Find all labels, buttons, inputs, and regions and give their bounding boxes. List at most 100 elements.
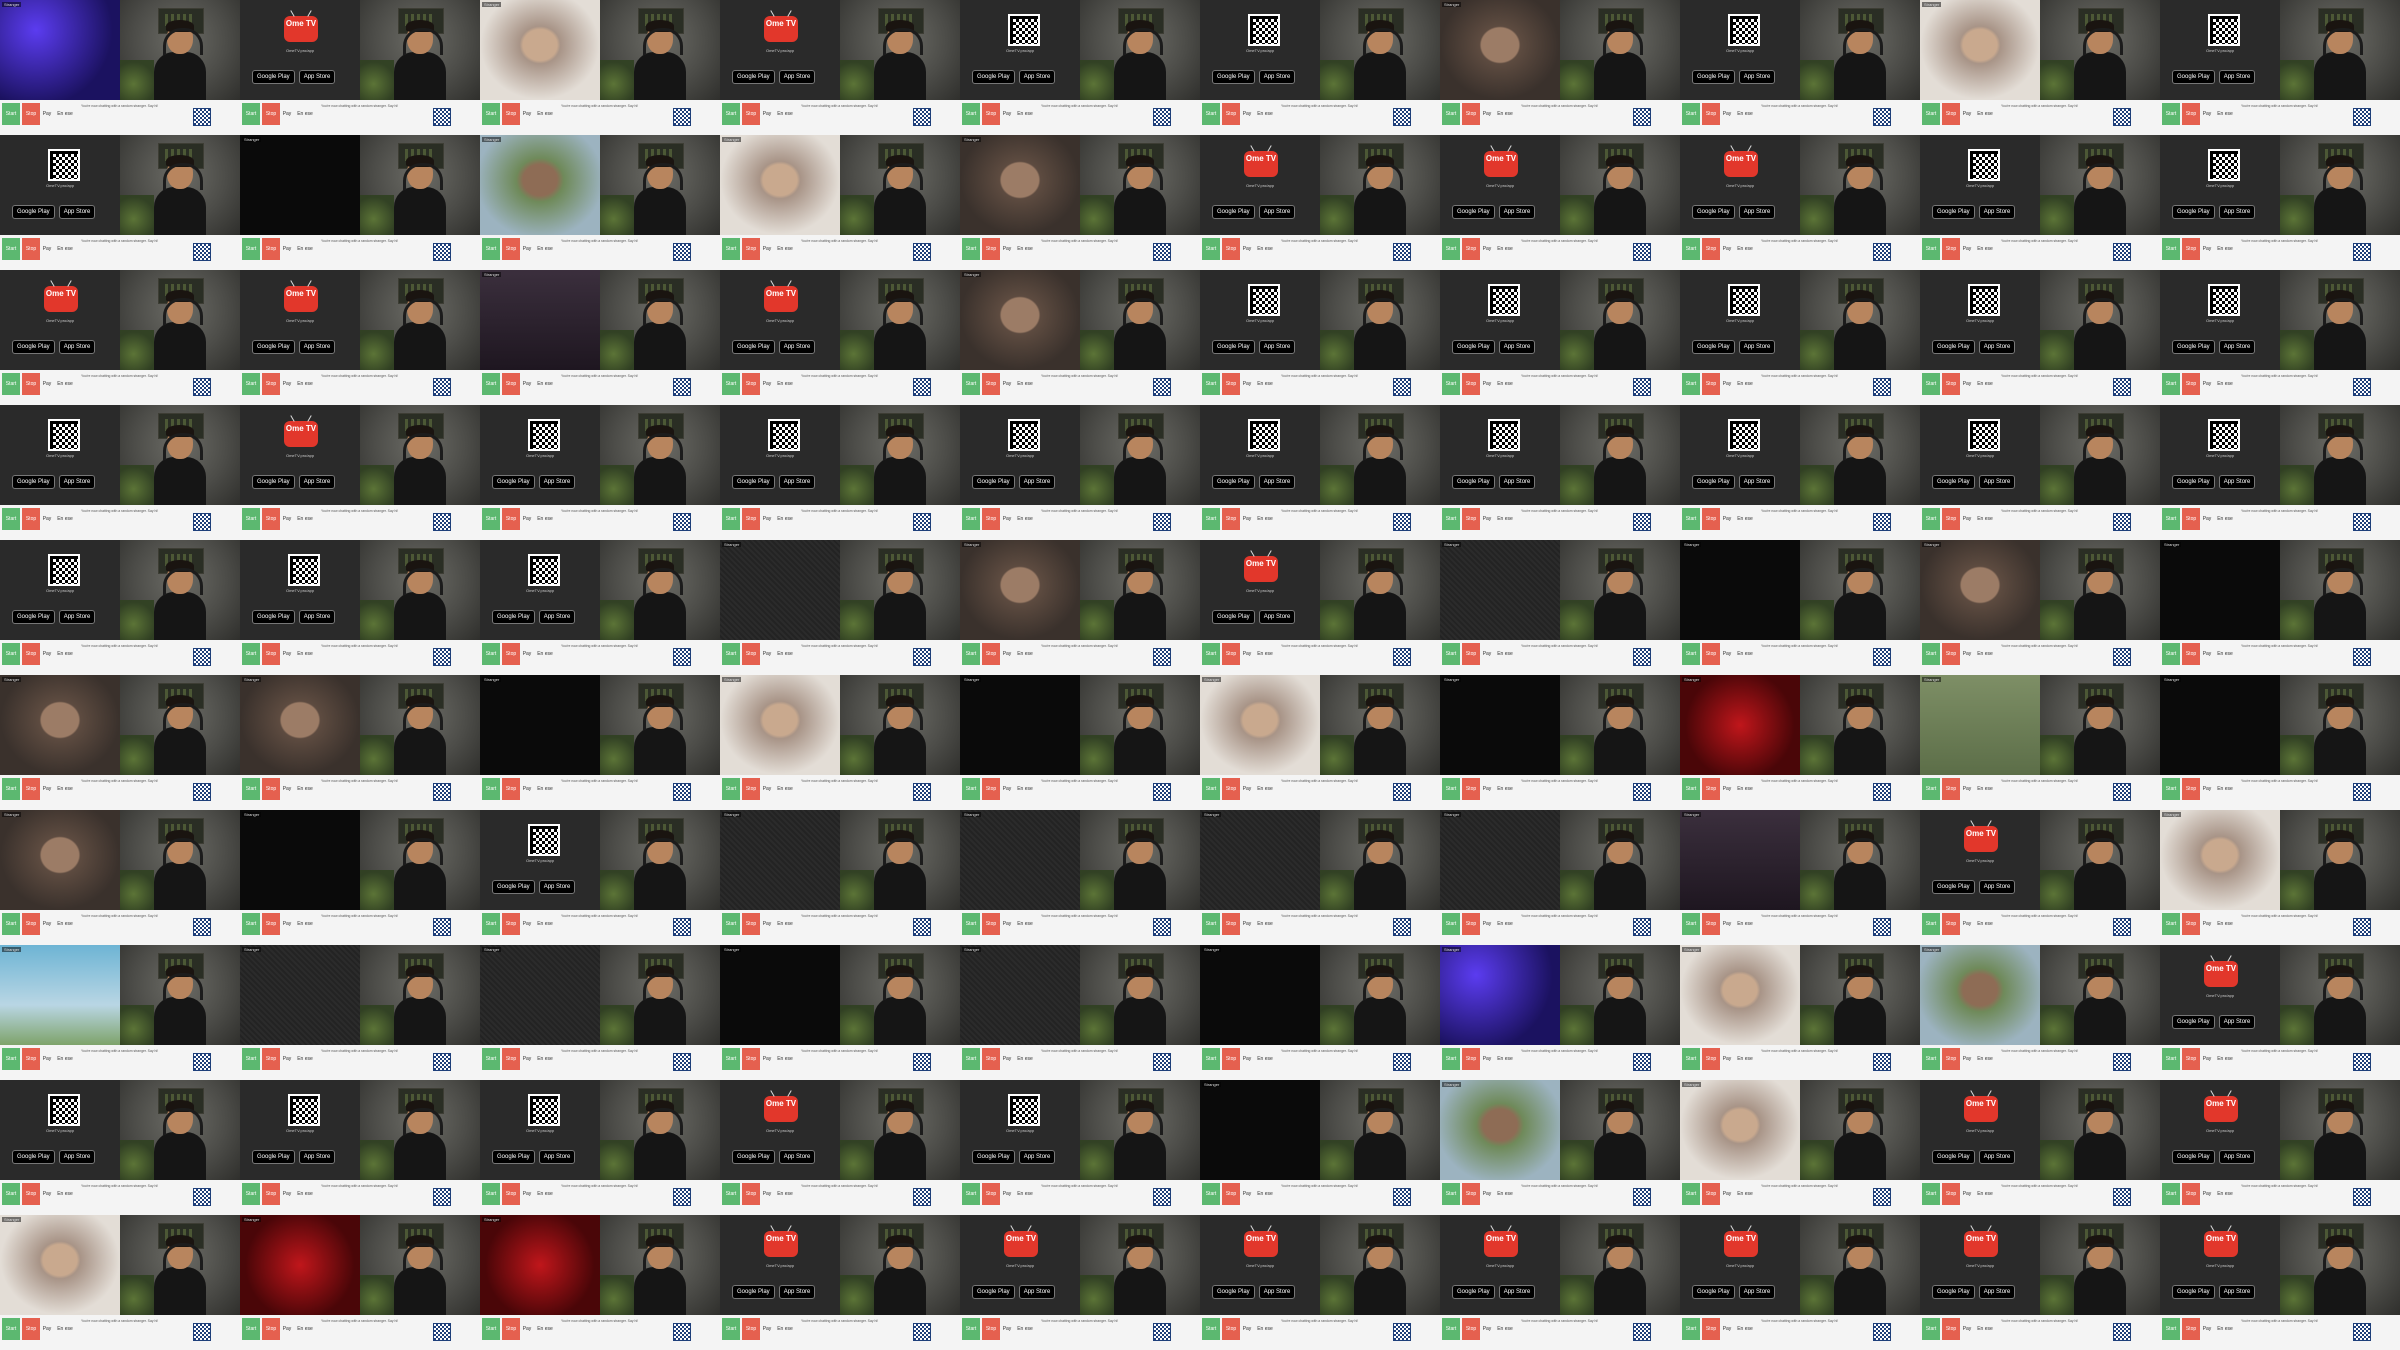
language-select[interactable]: En ese — [1733, 1048, 1757, 1070]
stop-button[interactable]: Stop — [982, 913, 1000, 935]
language-select[interactable]: En ese — [1733, 238, 1757, 260]
language-select[interactable]: En ese — [1733, 103, 1757, 125]
stop-button[interactable]: Stop — [22, 508, 40, 530]
start-button[interactable]: Start — [722, 643, 740, 665]
google-play-button[interactable]: Google Play — [732, 340, 775, 354]
language-select[interactable]: En ese — [1493, 508, 1517, 530]
start-button[interactable]: Start — [1202, 1048, 1220, 1070]
stop-button[interactable]: Stop — [2182, 643, 2200, 665]
stop-button[interactable]: Stop — [2182, 913, 2200, 935]
start-button[interactable]: Start — [2, 913, 20, 935]
app-store-button[interactable]: App Store — [1018, 475, 1056, 489]
language-select[interactable]: En ese — [1013, 238, 1037, 260]
language-select[interactable]: En ese — [1253, 778, 1277, 800]
pay-button[interactable]: Pay — [2202, 238, 2212, 260]
stop-button[interactable]: Stop — [262, 1183, 280, 1205]
language-select[interactable]: En ese — [1253, 913, 1277, 935]
start-button[interactable]: Start — [242, 1183, 260, 1205]
pay-button[interactable]: Pay — [282, 1183, 292, 1205]
start-button[interactable]: Start — [962, 1318, 980, 1340]
pay-button[interactable]: Pay — [1242, 778, 1252, 800]
start-button[interactable]: Start — [1442, 508, 1460, 530]
pay-button[interactable]: Pay — [2202, 1183, 2212, 1205]
stop-button[interactable]: Stop — [2182, 103, 2200, 125]
stop-button[interactable]: Stop — [742, 1318, 760, 1340]
language-select[interactable]: En ese — [293, 1183, 317, 1205]
language-select[interactable]: En ese — [1493, 238, 1517, 260]
start-button[interactable]: Start — [1202, 643, 1220, 665]
stop-button[interactable]: Stop — [1462, 913, 1480, 935]
google-play-button[interactable]: Google Play — [1692, 1285, 1735, 1299]
start-button[interactable]: Start — [1922, 508, 1940, 530]
stop-button[interactable]: Stop — [982, 508, 1000, 530]
language-select[interactable]: En ese — [293, 508, 317, 530]
language-select[interactable]: En ese — [1253, 508, 1277, 530]
google-play-button[interactable]: Google Play — [1932, 1150, 1975, 1164]
language-select[interactable]: En ese — [1973, 1183, 1997, 1205]
language-select[interactable]: En ese — [293, 1048, 317, 1070]
pay-button[interactable]: Pay — [522, 508, 532, 530]
app-store-button[interactable]: App Store — [2218, 1150, 2256, 1164]
app-store-button[interactable]: App Store — [1738, 1285, 1776, 1299]
app-store-button[interactable]: App Store — [1738, 340, 1776, 354]
google-play-button[interactable]: Google Play — [492, 610, 535, 624]
pay-button[interactable]: Pay — [1002, 1318, 1012, 1340]
pay-button[interactable]: Pay — [1962, 373, 1972, 395]
stop-button[interactable]: Stop — [1222, 643, 1240, 665]
pay-button[interactable]: Pay — [42, 1318, 52, 1340]
start-button[interactable]: Start — [1682, 508, 1700, 530]
stop-button[interactable]: Stop — [2182, 1318, 2200, 1340]
pay-button[interactable]: Pay — [522, 643, 532, 665]
google-play-button[interactable]: Google Play — [252, 340, 295, 354]
stop-button[interactable]: Stop — [1222, 1183, 1240, 1205]
start-button[interactable]: Start — [242, 643, 260, 665]
google-play-button[interactable]: Google Play — [1212, 70, 1255, 84]
start-button[interactable]: Start — [2, 643, 20, 665]
pay-button[interactable]: Pay — [1962, 508, 1972, 530]
stop-button[interactable]: Stop — [22, 913, 40, 935]
google-play-button[interactable]: Google Play — [252, 475, 295, 489]
stop-button[interactable]: Stop — [1942, 508, 1960, 530]
stop-button[interactable]: Stop — [1942, 373, 1960, 395]
pay-button[interactable]: Pay — [282, 913, 292, 935]
app-store-button[interactable]: App Store — [58, 475, 96, 489]
start-button[interactable]: Start — [722, 778, 740, 800]
stop-button[interactable]: Stop — [1462, 373, 1480, 395]
stop-button[interactable]: Stop — [1222, 1318, 1240, 1340]
stop-button[interactable]: Stop — [1222, 913, 1240, 935]
stop-button[interactable]: Stop — [982, 778, 1000, 800]
pay-button[interactable]: Pay — [2202, 778, 2212, 800]
start-button[interactable]: Start — [1922, 1183, 1940, 1205]
google-play-button[interactable]: Google Play — [1452, 475, 1495, 489]
pay-button[interactable]: Pay — [762, 1048, 772, 1070]
start-button[interactable]: Start — [1202, 778, 1220, 800]
stop-button[interactable]: Stop — [982, 373, 1000, 395]
start-button[interactable]: Start — [1202, 508, 1220, 530]
start-button[interactable]: Start — [1682, 1318, 1700, 1340]
stop-button[interactable]: Stop — [262, 1048, 280, 1070]
start-button[interactable]: Start — [242, 1048, 260, 1070]
language-select[interactable]: En ese — [1973, 373, 1997, 395]
stop-button[interactable]: Stop — [1702, 103, 1720, 125]
app-store-button[interactable]: App Store — [1498, 1285, 1536, 1299]
language-select[interactable]: En ese — [533, 238, 557, 260]
start-button[interactable]: Start — [2, 373, 20, 395]
language-select[interactable]: En ese — [53, 913, 77, 935]
language-select[interactable]: En ese — [1973, 103, 1997, 125]
start-button[interactable]: Start — [1202, 103, 1220, 125]
pay-button[interactable]: Pay — [762, 643, 772, 665]
start-button[interactable]: Start — [242, 103, 260, 125]
app-store-button[interactable]: App Store — [1258, 340, 1296, 354]
stop-button[interactable]: Stop — [1942, 238, 1960, 260]
pay-button[interactable]: Pay — [1482, 1318, 1492, 1340]
google-play-button[interactable]: Google Play — [12, 475, 55, 489]
pay-button[interactable]: Pay — [762, 1183, 772, 1205]
app-store-button[interactable]: App Store — [58, 1150, 96, 1164]
pay-button[interactable]: Pay — [282, 643, 292, 665]
start-button[interactable]: Start — [2162, 238, 2180, 260]
pay-button[interactable]: Pay — [1722, 1048, 1732, 1070]
google-play-button[interactable]: Google Play — [972, 1285, 1015, 1299]
stop-button[interactable]: Stop — [1702, 373, 1720, 395]
language-select[interactable]: En ese — [1253, 1183, 1277, 1205]
language-select[interactable]: En ese — [53, 508, 77, 530]
